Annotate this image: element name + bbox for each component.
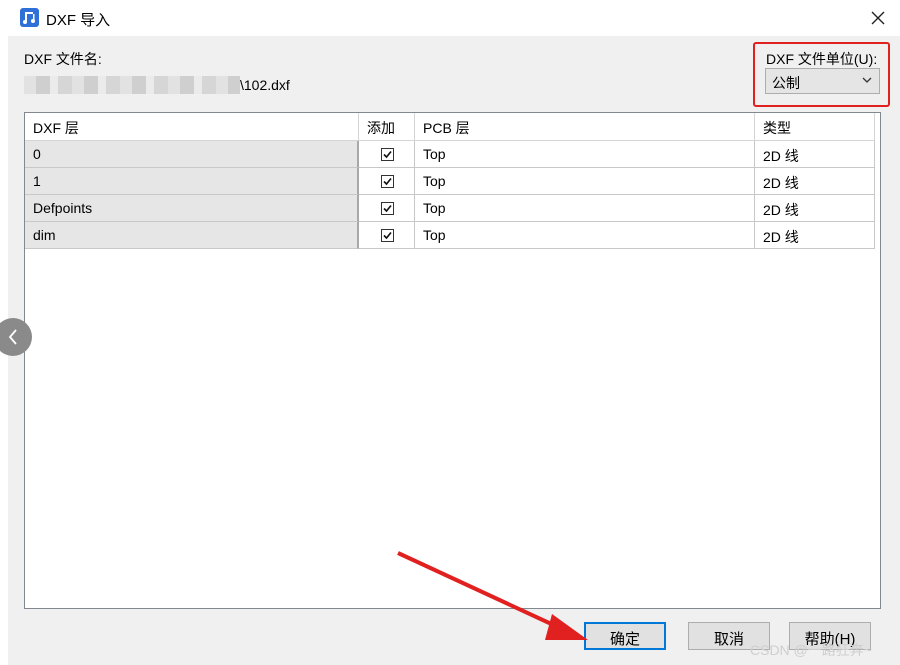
cell-pcb-layer[interactable]: Top <box>415 168 755 195</box>
layer-table[interactable]: DXF 层 添加 PCB 层 类型 0 Top 2D 线 1 Top 2D 线 … <box>24 112 881 609</box>
add-checkbox[interactable] <box>381 148 394 161</box>
watermark: CSDN @一路狂奔~ <box>750 642 872 658</box>
check-icon <box>383 177 392 186</box>
cell-dxf-layer[interactable]: 1 <box>25 168 359 195</box>
cell-pcb-layer[interactable]: Top <box>415 141 755 168</box>
units-selected-value: 公制 <box>772 75 800 91</box>
check-icon <box>383 231 392 240</box>
add-checkbox[interactable] <box>381 175 394 188</box>
cell-dxf-layer[interactable]: 0 <box>25 141 359 168</box>
table-row[interactable]: dim Top 2D 线 <box>25 222 880 249</box>
check-icon <box>383 150 392 159</box>
chevron-down-icon <box>862 77 872 83</box>
cell-type[interactable]: 2D 线 <box>755 168 875 195</box>
close-button[interactable] <box>866 6 890 30</box>
title-bar: DXF 导入 <box>0 0 900 36</box>
filename-label: DXF 文件名: <box>24 51 102 67</box>
add-checkbox[interactable] <box>381 229 394 242</box>
header-pcb-layer[interactable]: PCB 层 <box>415 113 755 141</box>
check-icon <box>383 204 392 213</box>
filename-value: \102.dxf <box>240 77 290 93</box>
header-add[interactable]: 添加 <box>359 113 415 141</box>
header-type[interactable]: 类型 <box>755 113 875 141</box>
cell-dxf-layer[interactable]: Defpoints <box>25 195 359 222</box>
cell-dxf-layer[interactable]: dim <box>25 222 359 249</box>
table-row[interactable]: 1 Top 2D 线 <box>25 168 880 195</box>
ok-button[interactable]: 确定 <box>584 622 666 650</box>
units-label: DXF 文件单位(U): <box>766 51 878 67</box>
cell-pcb-layer[interactable]: Top <box>415 222 755 249</box>
side-scroll-button[interactable] <box>0 318 32 356</box>
blurred-path <box>24 76 240 94</box>
table-row[interactable]: 0 Top 2D 线 <box>25 141 880 168</box>
cell-type[interactable]: 2D 线 <box>755 222 875 249</box>
table-header: DXF 层 添加 PCB 层 类型 <box>25 113 880 141</box>
cell-add <box>359 222 415 249</box>
cell-type[interactable]: 2D 线 <box>755 195 875 222</box>
units-dropdown[interactable]: 公制 <box>765 68 880 94</box>
add-checkbox[interactable] <box>381 202 394 215</box>
close-icon <box>871 11 885 25</box>
cell-add <box>359 168 415 195</box>
cell-type[interactable]: 2D 线 <box>755 141 875 168</box>
app-icon <box>20 8 39 27</box>
header-dxf-layer[interactable]: DXF 层 <box>25 113 359 141</box>
chevron-left-icon <box>8 329 17 345</box>
cell-add <box>359 141 415 168</box>
table-row[interactable]: Defpoints Top 2D 线 <box>25 195 880 222</box>
cell-add <box>359 195 415 222</box>
cell-pcb-layer[interactable]: Top <box>415 195 755 222</box>
window-title: DXF 导入 <box>46 12 111 29</box>
